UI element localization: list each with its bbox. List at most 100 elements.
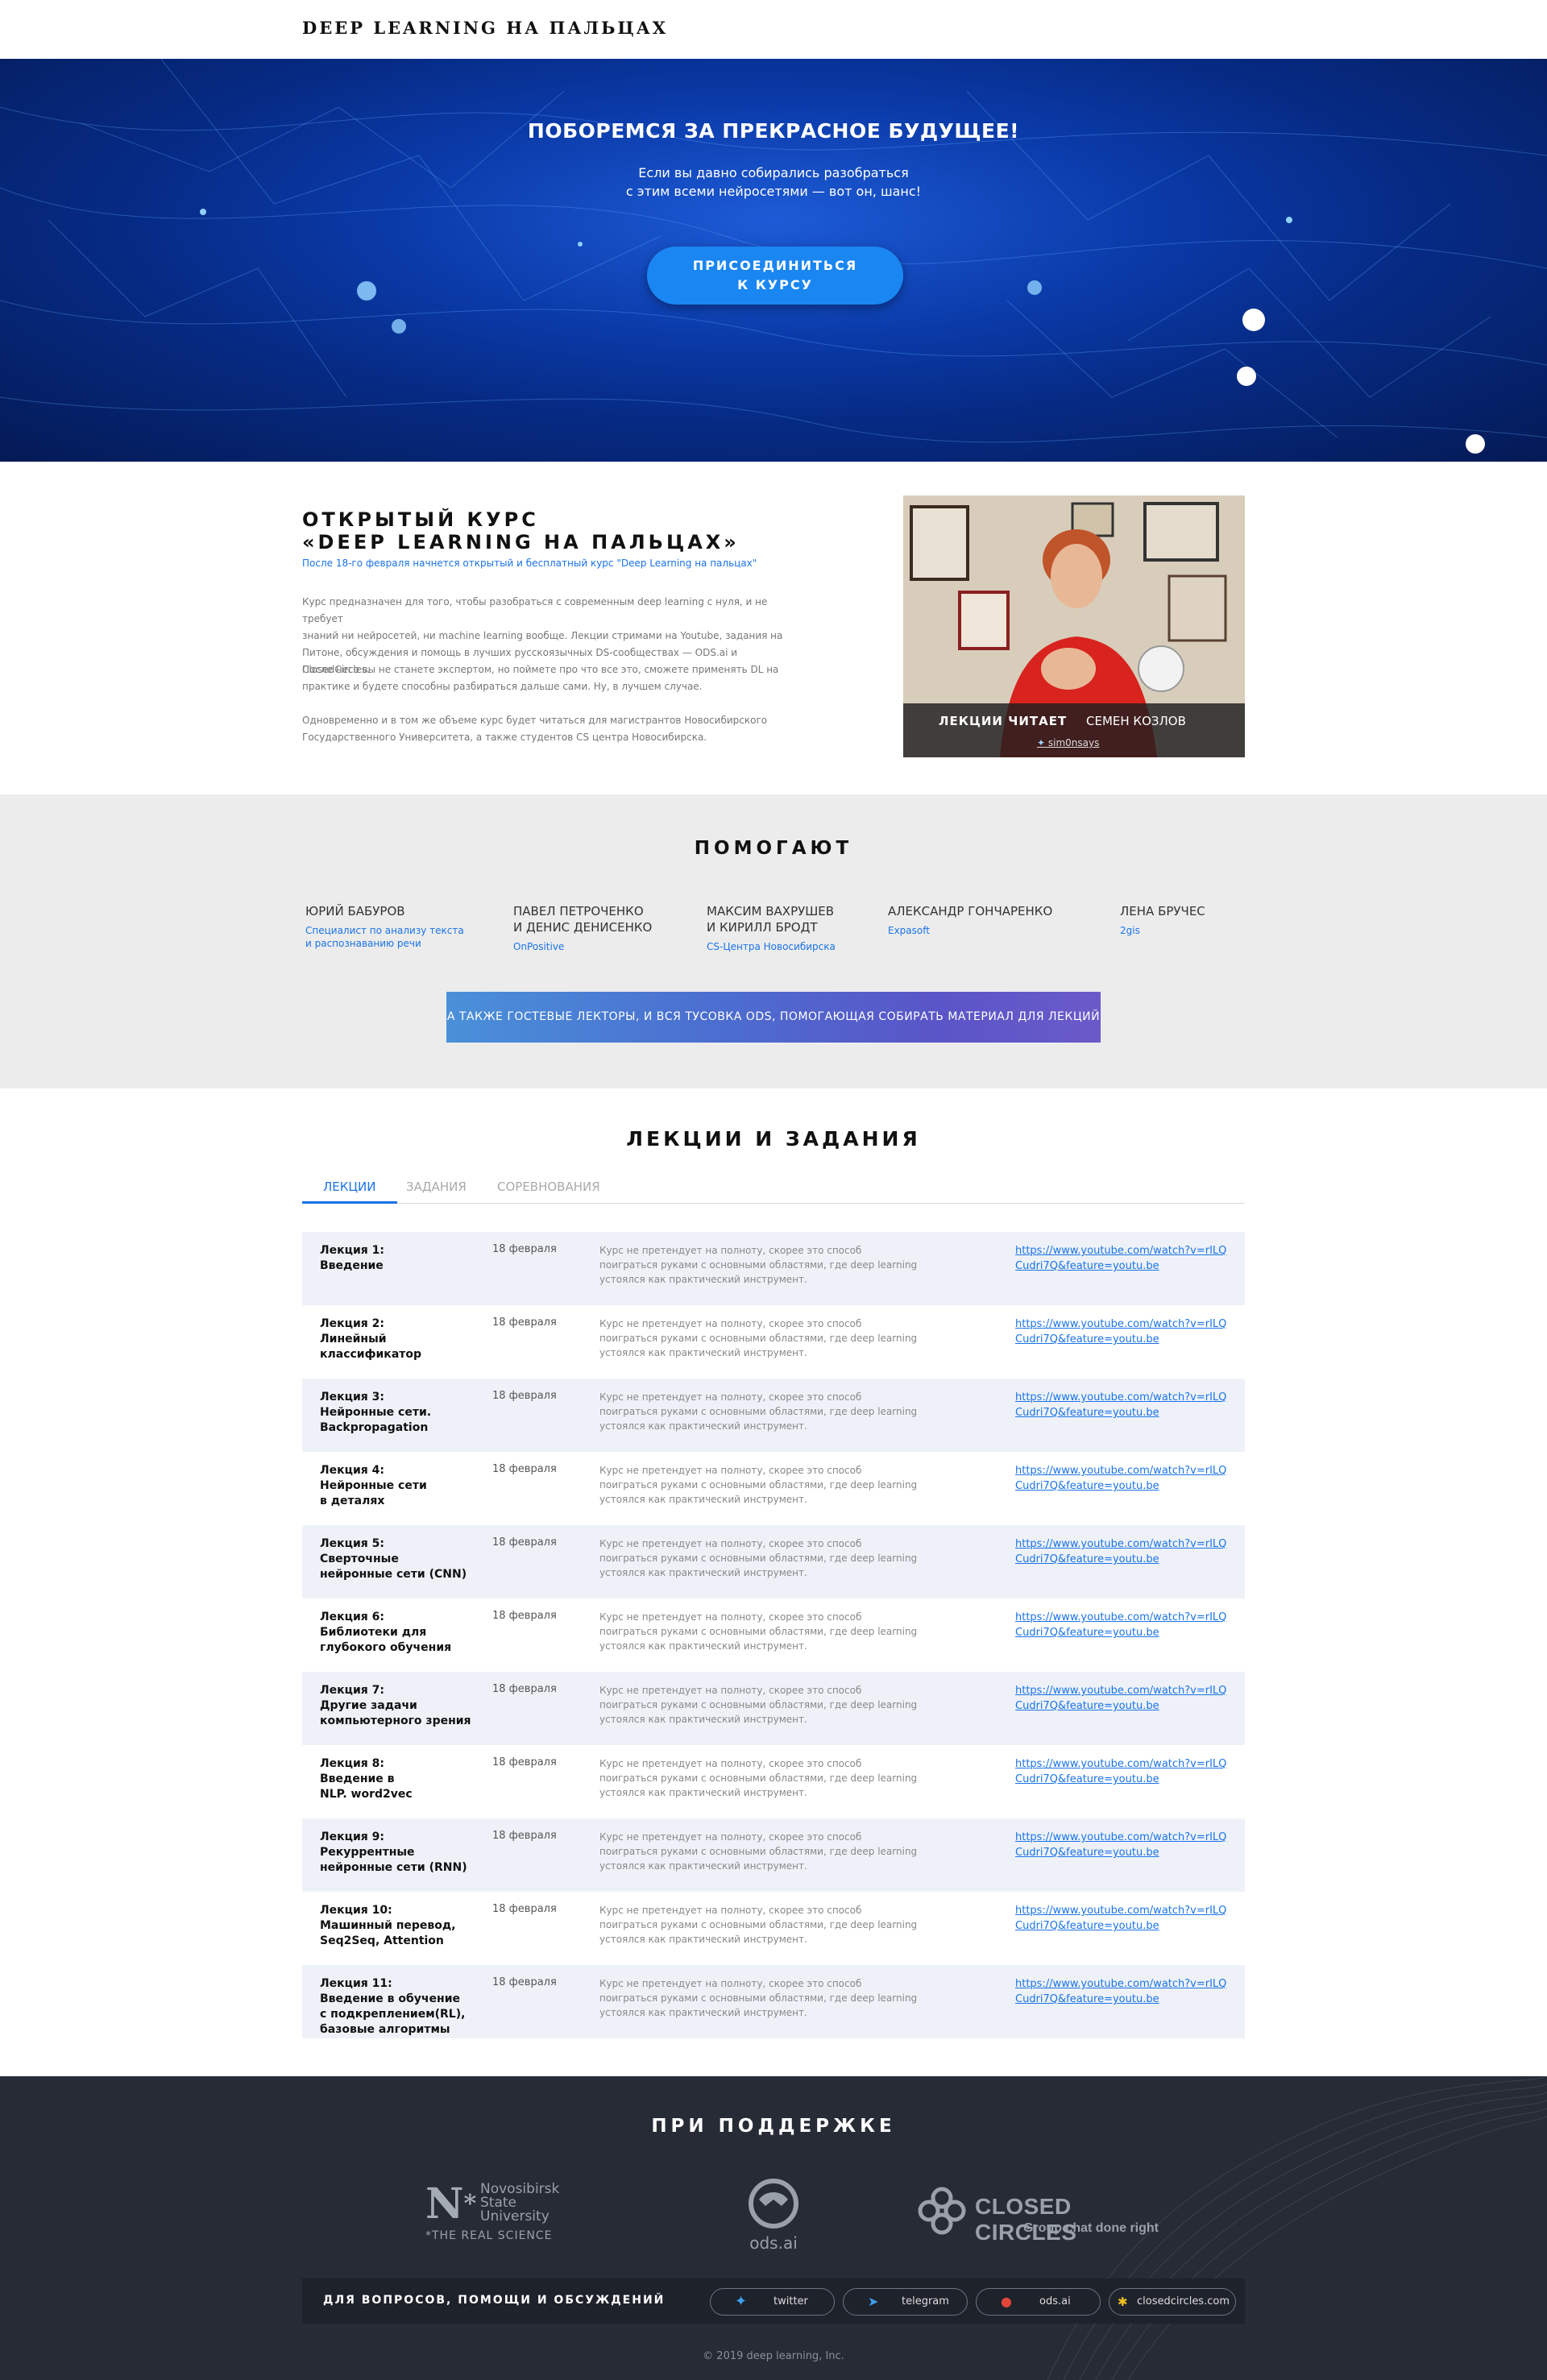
twitter-icon: ✦ <box>735 2293 748 2310</box>
lecture-description-line: устоялся как практический инструмент. <box>599 1640 807 1652</box>
lecture-link-line: Cudri7Q&feature=youtu.be <box>1015 1260 1159 1272</box>
lecture-title-line: Лекция 9: <box>320 1831 385 1843</box>
closed-circles-emblem-icon <box>918 2187 966 2235</box>
lecture-title: Лекция 5: Сверточные нейронные сети (CNN) <box>320 1536 481 1582</box>
table-row: Лекция 3: Нейронные сети. Backpropagation 1… <box>302 1379 1245 1452</box>
ods-logo[interactable]: ods.ai <box>741 2179 806 2253</box>
lecture-title: Лекция 2: Линейный классификатор <box>320 1316 481 1362</box>
twitter-link[interactable]: ✦ twitter <box>710 2288 835 2316</box>
lecturer-name: СЕМЕН КОЗЛОВ <box>1086 714 1186 728</box>
site-logo[interactable]: DEEP LEARNING НА ПАЛЬЦАХ <box>302 18 668 38</box>
lecture-link-line: Cudri7Q&feature=youtu.be <box>1015 1847 1159 1859</box>
helper-name-line: ПАВЕЛ ПЕТРОЧЕНКО <box>513 904 644 918</box>
lecture-title-line: Введение в обучение <box>320 1992 461 2005</box>
lecturer-twitter-link[interactable]: ✦ sim0nsays <box>1037 737 1099 748</box>
join-button-line: ПРИСОЕДИНИТЬСЯ <box>692 258 858 273</box>
helper-org-line: и распознаванию речи <box>305 938 421 949</box>
lecture-title: Лекция 6: Библиотеки для глубокого обучени… <box>320 1610 481 1656</box>
closed-circles-icon: ✱ <box>1118 2295 1128 2309</box>
table-row: Лекция 1: Введение 18 февраля Курс не прете… <box>302 1232 1245 1305</box>
lecture-title-line: Лекция 4: <box>320 1464 385 1477</box>
lecture-video-link[interactable]: https://www.youtube.com/watch?v=rILQ Cudr… <box>1015 1316 1233 1347</box>
lecture-title: Лекция 10: Машинный перевод, Seq2Seq, Atte… <box>320 1903 481 1949</box>
lecture-link-line: Cudri7Q&feature=youtu.be <box>1015 1700 1159 1712</box>
lecture-description: Курс не претендует на полноту, скорее эт… <box>599 1830 946 1873</box>
lecture-video-link[interactable]: https://www.youtube.com/watch?v=rILQ Cudr… <box>1015 1830 1233 1860</box>
lecture-title-line: Лекция 1: <box>320 1244 385 1257</box>
lecture-video-link[interactable]: https://www.youtube.com/watch?v=rILQ Cudr… <box>1015 1390 1233 1420</box>
lecture-date: 18 февраля <box>492 1390 557 1402</box>
lecture-description-line: Курс не претендует на полноту, скорее эт… <box>599 1611 862 1623</box>
lecture-description-line: устоялся как практический инструмент. <box>599 1420 807 1432</box>
lecture-description-line: Курс не претендует на полноту, скорее эт… <box>599 1685 862 1696</box>
lecture-description: Курс не претендует на полноту, скорее эт… <box>599 1390 946 1433</box>
lecture-description-line: Курс не претендует на полноту, скорее эт… <box>599 1318 862 1329</box>
lecture-description-line: поиграться руками с основными областями,… <box>599 1773 918 1784</box>
about-line: Государственного Университета, а также с… <box>302 732 707 743</box>
lecture-video-link[interactable]: https://www.youtube.com/watch?v=rILQ Cudr… <box>1015 1243 1233 1274</box>
lecture-video-link[interactable]: https://www.youtube.com/watch?v=rILQ Cudr… <box>1015 1536 1233 1567</box>
helper-name: МАКСИМ ВАХРУШЕВ И КИРИЛЛ БРОДТ <box>707 903 836 935</box>
lecture-video-link[interactable]: https://www.youtube.com/watch?v=rILQ Cudr… <box>1015 1683 1233 1714</box>
closed-circles-logo[interactable]: CLOSED CIRCLES Group chat done right <box>917 2186 1167 2245</box>
helper-card: ЛЕНА БРУЧЕС 2gis <box>1120 903 1205 937</box>
helper-org: CS-Центра Новосибирска <box>707 941 836 952</box>
ods-link-label: ods.ai <box>1039 2295 1071 2307</box>
lecture-title-line: Другие задачи <box>320 1699 417 1712</box>
lecture-title-line: Лекция 11: <box>320 1977 392 1990</box>
lectures-title: ЛЕКЦИИ И ЗАДАНИЯ <box>626 1127 921 1151</box>
lecture-title: Лекция 8: Введение в NLP. word2vec <box>320 1756 481 1802</box>
hero-title: ПОБОРЕМСЯ ЗА ПРЕКРАСНОЕ БУДУЩЕЕ! <box>527 119 1020 143</box>
lecture-title-line: Лекция 5: <box>320 1537 385 1550</box>
lecture-title-line: Сверточные <box>320 1553 399 1565</box>
about-line: После него вы не станете экспертом, но п… <box>302 664 779 675</box>
hero-banner: ПОБОРЕМСЯ ЗА ПРЕКРАСНОЕ БУДУЩЕЕ! Если вы… <box>0 59 1547 462</box>
lectures-table: Лекция 1: Введение 18 февраля Курс не прете… <box>302 1232 1245 2038</box>
tab-competitions[interactable]: СОРЕВНОВАНИЯ <box>497 1180 600 1204</box>
lecture-title-line: Лекция 6: <box>320 1611 385 1623</box>
telegram-link[interactable]: ➤ telegram <box>843 2288 968 2316</box>
lecture-link-line: Cudri7Q&feature=youtu.be <box>1015 1920 1159 1932</box>
lecture-description-line: Курс не претендует на полноту, скорее эт… <box>599 1758 862 1769</box>
lecture-video-link[interactable]: https://www.youtube.com/watch?v=rILQ Cudr… <box>1015 1610 1233 1640</box>
lecture-video-link[interactable]: https://www.youtube.com/watch?v=rILQ Cudr… <box>1015 1463 1233 1494</box>
tab-lectures[interactable]: ЛЕКЦИИ <box>302 1180 397 1204</box>
lecture-description-line: поиграться руками с основными областями,… <box>599 1846 918 1857</box>
table-row: Лекция 4: Нейронные сети в деталях 18 февра… <box>302 1452 1245 1525</box>
lecture-title-line: Введение в <box>320 1773 395 1785</box>
about-line: знаний ни нейросетей, ни machine learnin… <box>302 630 783 641</box>
lecture-video-link[interactable]: https://www.youtube.com/watch?v=rILQ Cudr… <box>1015 1976 1233 2007</box>
closed-circles-link-label: closedcircles.com <box>1137 2295 1230 2307</box>
lecture-title-line: классификатор <box>320 1348 422 1361</box>
nsu-tagline: *THE REAL SCIENCE <box>425 2229 553 2242</box>
lecture-description-line: поиграться руками с основными областями,… <box>599 1406 918 1417</box>
hero-subtitle: Если вы давно собирались разобраться с э… <box>0 164 1547 201</box>
twitter-link-label: twitter <box>774 2295 808 2307</box>
table-row: Лекция 5: Сверточные нейронные сети (CNN) 1… <box>302 1525 1245 1598</box>
lecture-link-line: https://www.youtube.com/watch?v=rILQ <box>1015 1831 1227 1843</box>
lecture-description: Курс не претендует на полноту, скорее эт… <box>599 1243 946 1287</box>
helper-card: МАКСИМ ВАХРУШЕВ И КИРИЛЛ БРОДТ CS-Центра… <box>707 903 836 953</box>
contact-bar: ДЛЯ ВОПРОСОВ, ПОМОЩИ И ОБСУЖДЕНИЙ ✦ twit… <box>302 2278 1245 2324</box>
helper-name-line: МАКСИМ ВАХРУШЕВ <box>707 904 835 918</box>
helper-org: 2gis <box>1120 925 1140 936</box>
about-title-line: «DEEP LEARNING НА ПАЛЬЦАХ» <box>302 531 740 554</box>
closed-circles-link[interactable]: ✱ closedcircles.com <box>1109 2288 1236 2316</box>
lecture-date: 18 февраля <box>492 1243 557 1255</box>
about-line: практике и будете способны разбираться д… <box>302 681 703 692</box>
nsu-tagline-text: THE REAL SCIENCE <box>432 2229 553 2242</box>
lecture-date: 18 февраля <box>492 1756 557 1768</box>
lecture-description-line: Курс не претендует на полноту, скорее эт… <box>599 1978 862 1989</box>
lecture-title-line: Нейронные сети <box>320 1479 427 1492</box>
join-course-button[interactable]: ПРИСОЕДИНИТЬСЯ К КУРСУ <box>647 247 903 305</box>
nsu-logo[interactable]: N* Novosibirsk State University *THE REA… <box>425 2183 587 2247</box>
lecture-description-line: поиграться руками с основными областями,… <box>599 1919 918 1930</box>
tab-assignments[interactable]: ЗАДАНИЯ <box>406 1180 467 1204</box>
ods-link[interactable]: ● ods.ai <box>976 2288 1101 2316</box>
telegram-link-label: telegram <box>902 2295 949 2307</box>
guest-lecturers-banner: А ТАКЖЕ ГОСТЕВЫЕ ЛЕКТОРЫ, И ВСЯ ТУСОВКА … <box>446 992 1101 1043</box>
lecture-video-link[interactable]: https://www.youtube.com/watch?v=rILQ Cudr… <box>1015 1756 1233 1787</box>
lecture-video-link[interactable]: https://www.youtube.com/watch?v=rILQ Cudr… <box>1015 1903 1233 1934</box>
lecture-date: 18 февраля <box>492 1610 557 1622</box>
lecture-title-line: Лекция 10: <box>320 1904 392 1917</box>
